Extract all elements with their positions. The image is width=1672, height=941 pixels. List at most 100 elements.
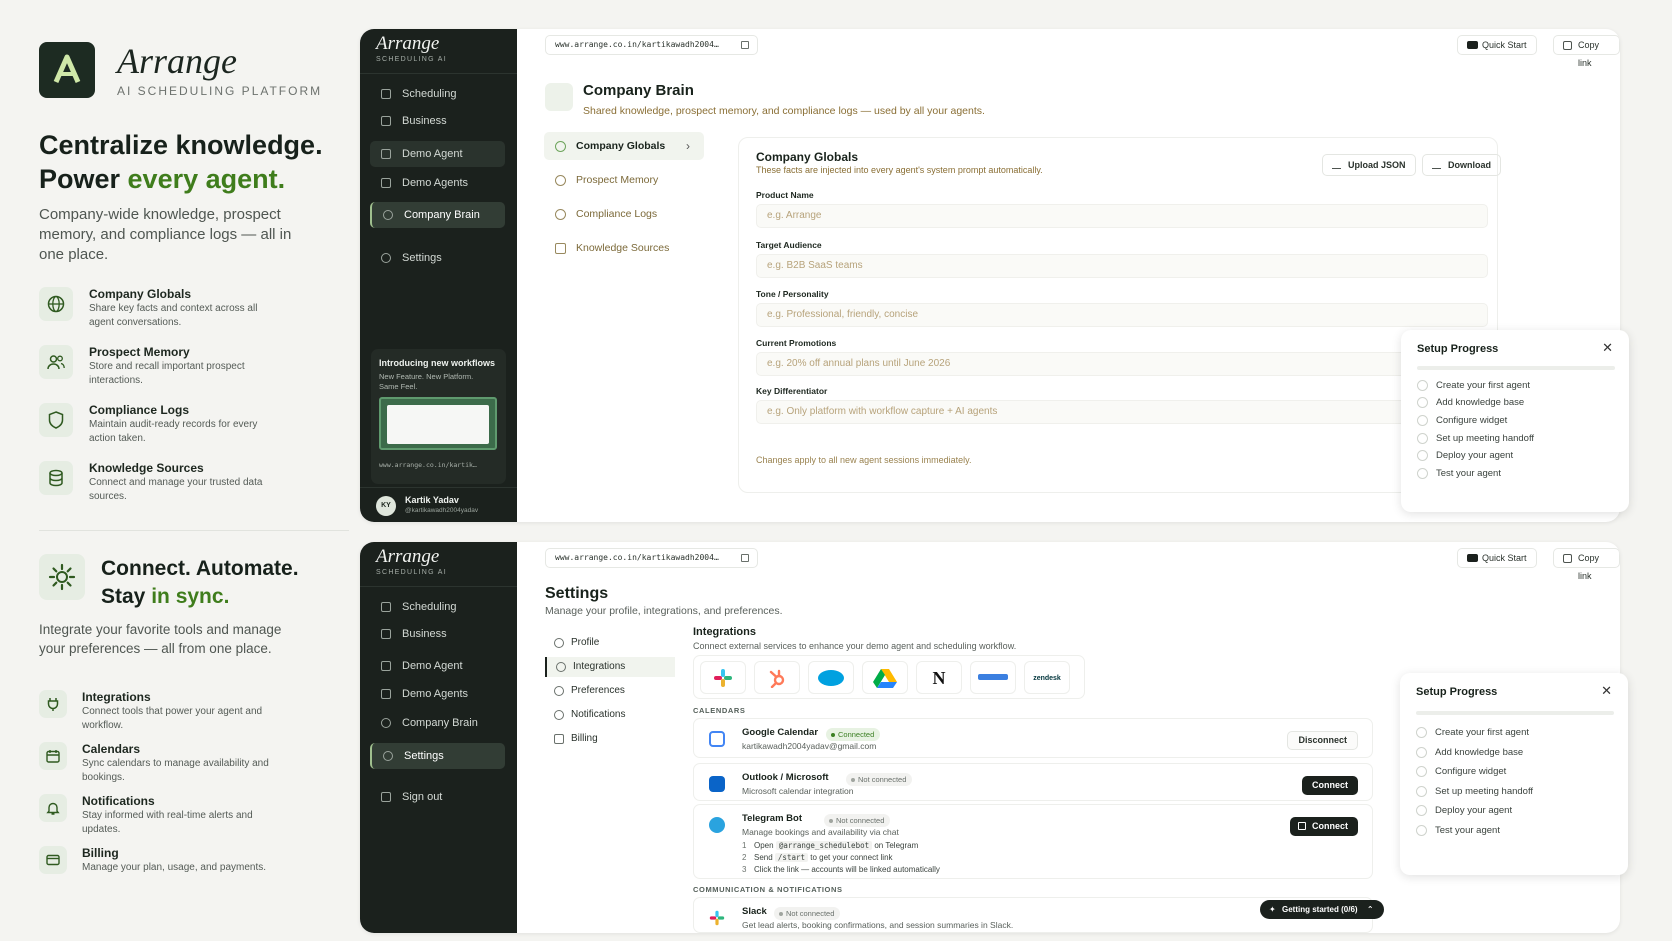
sidebar-item-demo-agents[interactable]: Demo Agents [370,681,505,707]
settings-nav-preferences[interactable]: Preferences [545,681,675,701]
plug-icon [47,698,59,711]
promo-card[interactable]: Introducing new workflows New Feature. N… [371,349,506,484]
sidebar-item-business[interactable]: Business [370,621,505,647]
getting-started-button[interactable]: ✦ Getting started (0/6) ⌃ [1260,900,1384,919]
product-name-input[interactable]: e.g. Arrange [756,204,1488,228]
brand-logo [39,42,95,98]
sidebar: Arrange SCHEDULING AI Scheduling Busines… [360,29,517,522]
sidebar-item-demo-agent[interactable]: Demo Agent [370,141,505,167]
field-label-target-audience: Target Audience [756,240,822,250]
download-button[interactable]: Download [1422,154,1501,176]
promotions-input[interactable]: e.g. 20% off annual plans until June 202… [756,352,1488,376]
copy-link-button[interactable]: Copy link [1553,35,1620,68]
section-label-communication: COMMUNICATION & NOTIFICATIONS [693,885,843,894]
globe-icon [47,295,65,313]
url-field[interactable]: www.arrange.co.in/kartikawadh2004… [545,35,758,55]
sidebar-brand-sub: SCHEDULING AI [376,56,447,63]
sidebar-item-company-brain[interactable]: Company Brain [370,202,505,228]
calendar-icon [46,750,60,763]
hubspot-logo-icon[interactable] [754,661,800,694]
target-audience-input[interactable]: e.g. B2B SaaS teams [756,254,1488,278]
setup-step[interactable]: Add knowledge base [1417,397,1524,408]
sidebar-item-scheduling[interactable]: Scheduling [370,594,505,620]
circle-icon [1417,397,1428,408]
setup-step[interactable]: Set up meeting handoff [1417,433,1534,444]
sidebar-item-demo-agent[interactable]: Demo Agent [370,653,505,679]
copy-link-button[interactable]: Copy link [1553,548,1620,581]
subnav-prospect-memory[interactable]: Prospect Memory [544,166,704,194]
rocket-icon: ✦ [1269,905,1276,914]
user-icon [554,638,564,648]
settings-nav-integrations[interactable]: Integrations [545,657,675,677]
circle-icon [1416,747,1427,758]
settings-nav-billing[interactable]: Billing [545,729,675,749]
salesforce-logo-icon[interactable] [808,661,854,694]
sidebar-item-scheduling[interactable]: Scheduling [370,81,505,107]
feature-compliance-logs: Compliance Logs Maintain audit-ready reco… [39,403,299,451]
slack-logo-icon[interactable] [700,661,746,694]
microsoft-logo-icon[interactable] [970,661,1016,694]
circle-icon [1416,766,1427,777]
integration-desc: Get lead alerts, booking confirmations, … [742,920,1014,930]
setup-step[interactable]: Create your first agent [1417,380,1530,391]
setup-step[interactable]: Configure widget [1417,415,1507,426]
tone-input[interactable]: e.g. Professional, friendly, concise [756,303,1488,327]
setup-progress-bar [1416,711,1614,715]
external-link-icon[interactable] [741,554,749,562]
sidebar-item-sign-out[interactable]: Sign out [370,784,505,810]
settings-nav-notifications[interactable]: Notifications [545,705,675,725]
page-title: Company Brain [583,82,694,99]
sidebar-item-settings[interactable]: Settings [370,245,505,271]
integration-name: Google Calendar [742,727,819,738]
external-link-icon[interactable] [741,41,749,49]
google-drive-logo-icon[interactable] [862,661,908,694]
subnav-knowledge-sources[interactable]: Knowledge Sources [544,234,704,262]
setup-step[interactable]: Add knowledge base [1416,747,1523,758]
card-note: Changes apply to all new agent sessions … [756,455,972,465]
chevron-right-icon: › [686,139,690,153]
setup-step[interactable]: Test your agent [1416,825,1500,836]
gear-icon [383,751,393,761]
setup-step[interactable]: Create your first agent [1416,727,1529,738]
page-subtitle: Shared knowledge, prospect memory, and c… [583,105,985,117]
user-profile[interactable]: KY Kartik Yadav @kartikawadh2004yadav [360,487,517,522]
notion-logo-icon[interactable]: N [916,661,962,694]
status-badge: Not connected [774,907,841,920]
feature-knowledge-sources: Knowledge Sources Connect and manage your… [39,461,299,509]
bot-icon [381,661,391,671]
subnav-compliance-logs[interactable]: Compliance Logs [544,200,704,228]
sidebar-item-company-brain[interactable]: Company Brain [370,710,505,736]
settings-nav-profile[interactable]: Profile [545,633,675,653]
section2-description: Integrate your favorite tools and manage… [39,622,282,656]
connect-button[interactable]: Connect [1302,776,1358,795]
subnav-company-globals[interactable]: Company Globals › [544,132,704,160]
close-icon[interactable]: ✕ [1602,340,1613,356]
quick-start-button[interactable]: Quick Start [1457,548,1537,568]
disconnect-button[interactable]: Disconnect [1287,731,1358,750]
sidebar-item-demo-agents[interactable]: Demo Agents [370,170,505,196]
zendesk-logo-icon[interactable]: zendesk [1024,661,1070,694]
brand-tagline: AI SCHEDULING PLATFORM [117,84,323,98]
setup-step[interactable]: Test your agent [1417,468,1501,479]
setup-step[interactable]: Configure widget [1416,766,1506,777]
differentiator-input[interactable]: e.g. Only platform with workflow capture… [756,400,1488,424]
url-field[interactable]: www.arrange.co.in/kartikawadh2004… [545,548,758,568]
setup-step[interactable]: Set up meeting handoff [1416,786,1533,797]
sidebar-item-settings[interactable]: Settings [370,743,505,769]
brand-name: Arrange [117,41,237,81]
setup-step[interactable]: Deploy your agent [1417,450,1513,461]
sidebar-brand: Arrange [376,546,440,567]
card-icon [46,854,60,866]
setup-progress-panel: Setup Progress ✕ Create your first agent… [1401,330,1629,512]
top-bar: www.arrange.co.in/kartikawadh2004… Quick… [517,542,1620,581]
brain-icon [545,83,573,111]
connect-button[interactable]: Connect [1290,817,1358,836]
feature-billing: Billing Manage your plan, usage, and paym… [39,846,299,894]
upload-json-button[interactable]: Upload JSON [1322,154,1416,176]
sidebar-item-business[interactable]: Business [370,108,505,134]
close-icon[interactable]: ✕ [1601,683,1612,699]
setup-step[interactable]: Deploy your agent [1416,805,1512,816]
quick-start-button[interactable]: Quick Start [1457,35,1537,55]
promo-screenshot [379,397,497,450]
section2-icon [39,554,85,600]
